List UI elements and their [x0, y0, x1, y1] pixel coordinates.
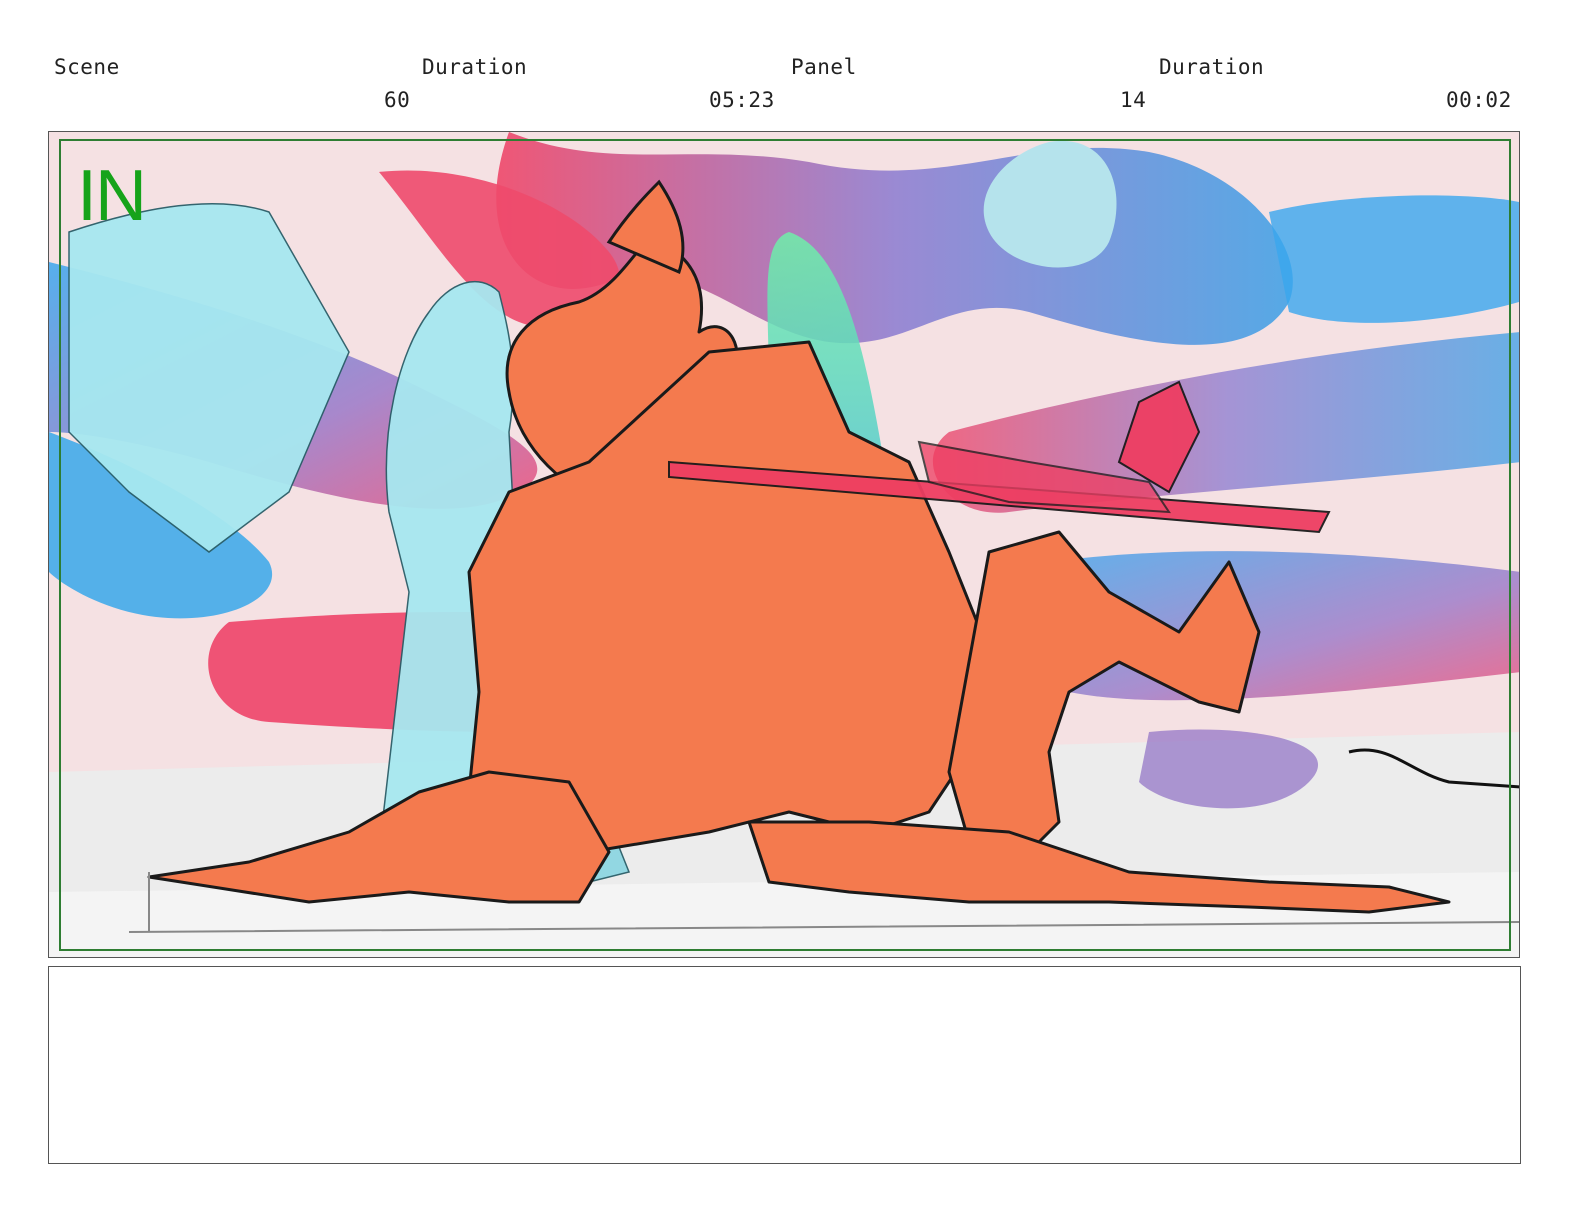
notes-text	[49, 967, 1520, 987]
panel-artwork	[49, 132, 1519, 957]
scene-number: 60	[384, 88, 411, 112]
in-marker: IN	[77, 156, 147, 236]
panel-duration-label: Duration	[1159, 55, 1265, 79]
scene-duration: 05:23	[709, 88, 775, 112]
scene-duration-label: Duration	[422, 55, 528, 79]
storyboard-panel[interactable]: IN	[48, 131, 1520, 958]
panel-duration: 00:02	[1446, 88, 1512, 112]
notes-box[interactable]	[48, 966, 1521, 1164]
scene-label: Scene	[54, 55, 120, 79]
panel-number: 14	[1120, 88, 1147, 112]
panel-label: Panel	[791, 55, 857, 79]
